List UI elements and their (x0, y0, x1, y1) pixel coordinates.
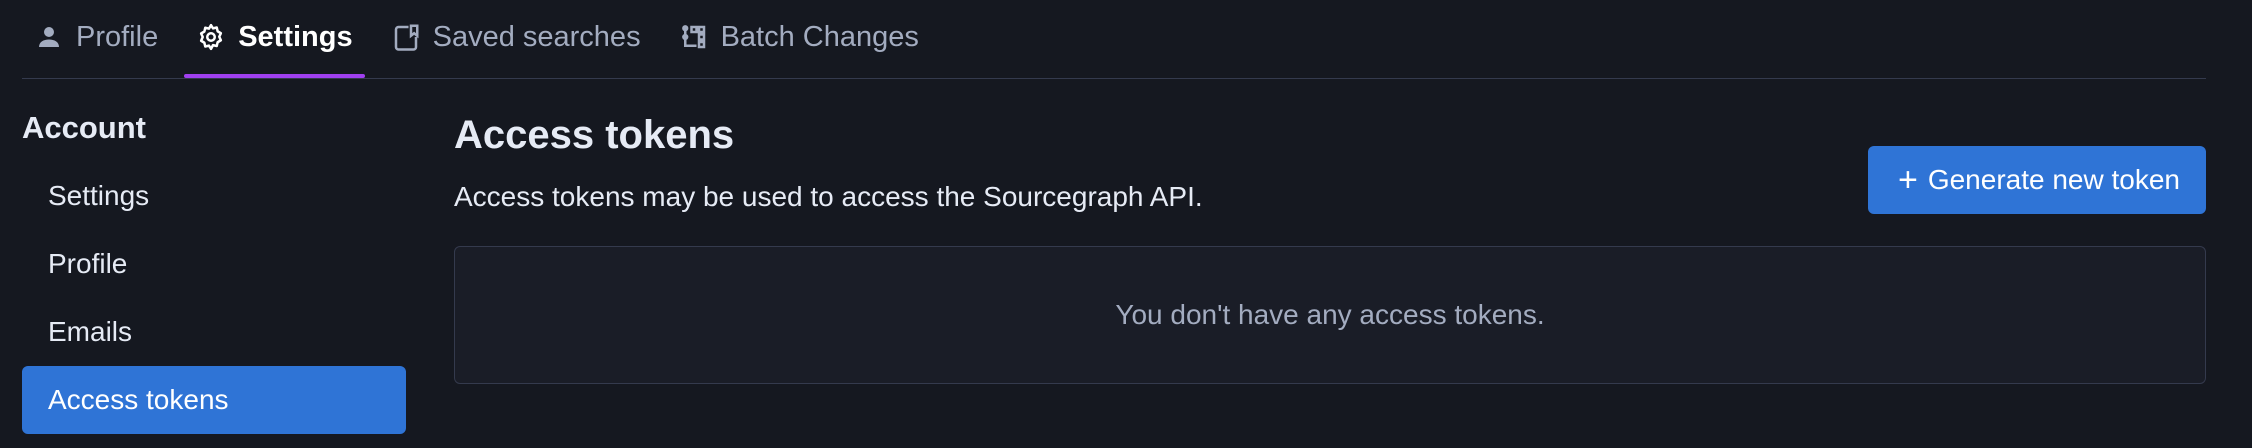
main-content: Access tokens Access tokens may be used … (454, 108, 2206, 384)
sidebar-item-access-tokens[interactable]: Access tokens (22, 366, 406, 434)
account-sidebar: Account Settings Profile Emails Access t… (22, 108, 406, 434)
settings-page: Profile Settings Saved searches Batch Ch… (0, 0, 2252, 448)
sidebar-item-emails[interactable]: Emails (22, 298, 406, 366)
access-tokens-list: You don't have any access tokens. (454, 246, 2206, 384)
plus-icon: + (1897, 161, 1918, 199)
generate-button-label: Generate new token (1927, 164, 2180, 195)
user-nav-tabs: Profile Settings Saved searches Batch Ch… (22, 0, 2206, 79)
sidebar-item-settings[interactable]: Settings (22, 162, 406, 230)
tab-batch-changes[interactable]: Batch Changes (667, 0, 931, 74)
gear-icon (196, 22, 226, 52)
tab-label: Settings (238, 20, 353, 53)
person-icon (34, 22, 64, 52)
tab-label: Batch Changes (720, 20, 919, 53)
tab-profile[interactable]: Profile (22, 0, 170, 74)
batch-changes-icon (679, 22, 709, 52)
tab-settings[interactable]: Settings (184, 0, 366, 78)
sidebar-heading: Account (22, 110, 146, 145)
generate-new-token-button[interactable]: + Generate new token (1867, 146, 2206, 214)
tab-label: Profile (76, 20, 159, 53)
tab-label: Saved searches (432, 20, 641, 53)
sidebar-item-profile[interactable]: Profile (22, 230, 406, 298)
empty-state-message: You don't have any access tokens. (1115, 299, 1545, 330)
tab-saved-searches[interactable]: Saved searches (379, 0, 653, 74)
saved-search-icon (391, 22, 421, 52)
